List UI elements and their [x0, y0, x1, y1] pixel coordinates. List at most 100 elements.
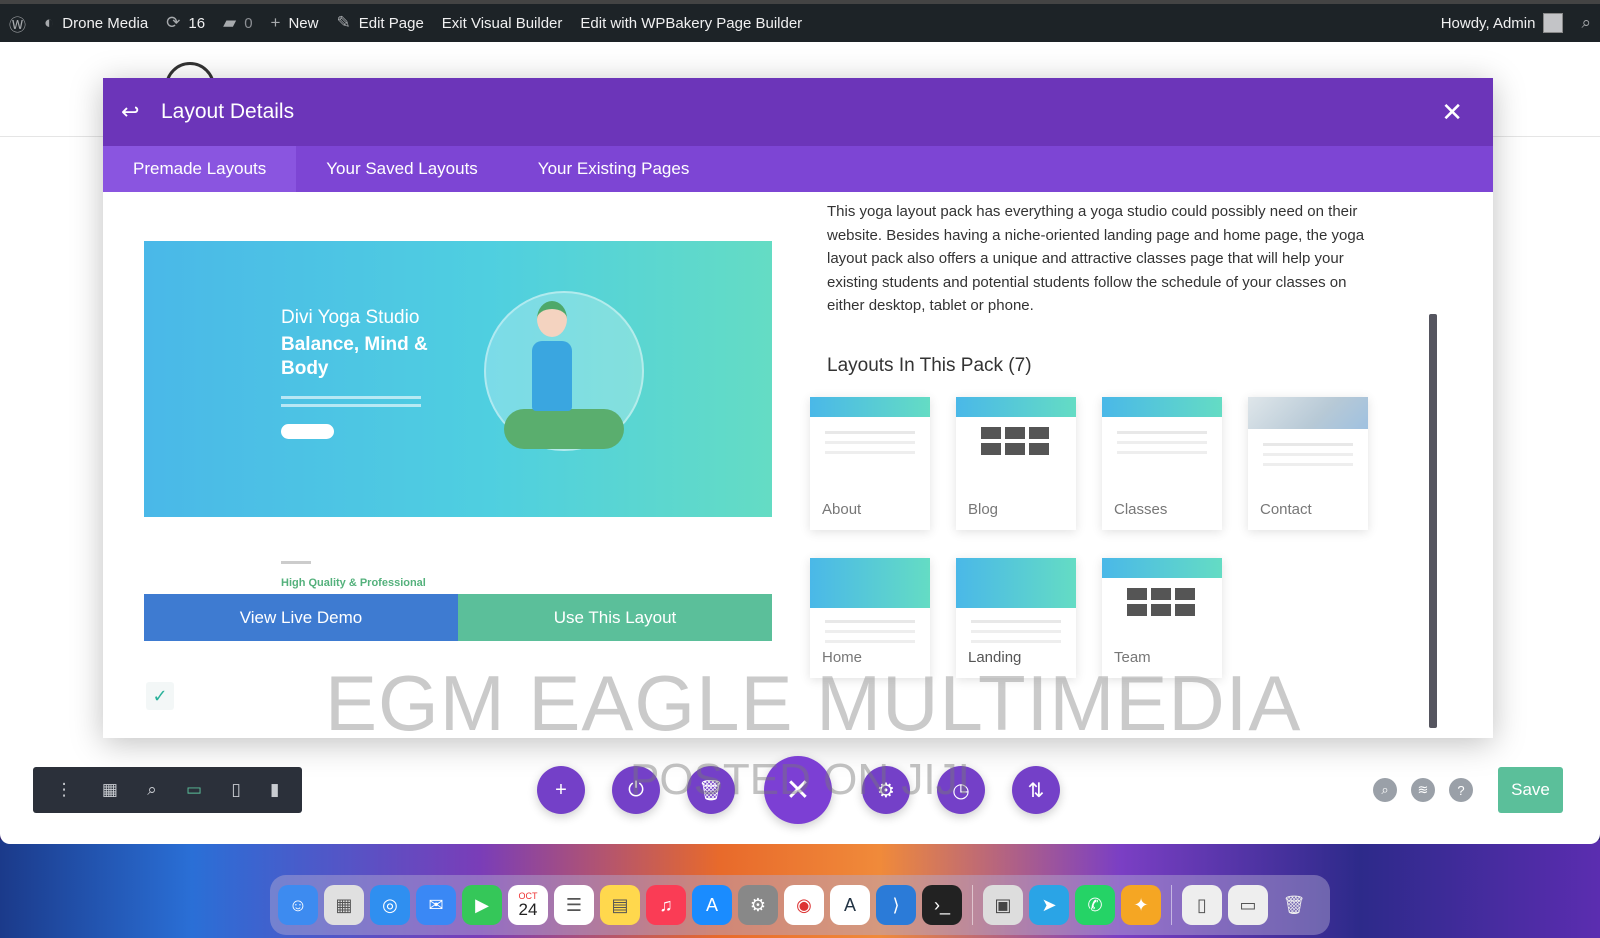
- calendar-day: 24: [518, 900, 538, 919]
- help-icon[interactable]: ?: [1449, 778, 1473, 802]
- mac-dock: ☺ ▦ ◎ ✉ ▶ OCT 24 ☰ ▤ ♫ A ⚙ ◉ A ⟩ ›_ ▣ ➤ …: [270, 875, 1330, 935]
- trash-icon[interactable]: 🗑: [1274, 885, 1314, 925]
- watermark-line1: EGM EAGLE MULTIMEDIA: [325, 659, 1302, 747]
- thumb-header: [956, 558, 1076, 608]
- preview-actions: View Live Demo Use This Layout: [144, 594, 772, 641]
- layout-details-modal: ↩ Layout Details ✕ Premade Layouts Your …: [103, 78, 1493, 738]
- wireframe-icon[interactable]: ▦: [102, 780, 118, 800]
- updates-link[interactable]: ⟳ 16: [157, 4, 214, 42]
- site-name-link[interactable]: ◐ Drone Media: [35, 4, 157, 42]
- exit-builder-label: Exit Visual Builder: [441, 14, 563, 32]
- wp-admin-bar: Ⓦ ◐ Drone Media ⟳ 16 ▰ 0 + New ✎ Edit Pa…: [0, 0, 1600, 42]
- vscode-icon[interactable]: ⟩: [876, 885, 916, 925]
- search-icon: ⌕: [1581, 13, 1591, 32]
- phone-view-icon[interactable]: ▮: [270, 780, 279, 800]
- layout-thumb-contact[interactable]: Contact: [1248, 397, 1368, 530]
- close-icon[interactable]: ✕: [1441, 97, 1463, 128]
- system-settings-icon[interactable]: ⚙: [738, 885, 778, 925]
- modal-header: ↩ Layout Details ✕: [103, 78, 1493, 146]
- plus-icon: +: [270, 13, 281, 32]
- layout-thumb-blog[interactable]: Blog: [956, 397, 1076, 530]
- layout-thumb-classes[interactable]: Classes: [1102, 397, 1222, 530]
- facetime-icon[interactable]: ▶: [462, 885, 502, 925]
- thumb-header: [810, 558, 930, 608]
- messenger-app-icon[interactable]: ✦: [1121, 885, 1161, 925]
- chrome-icon[interactable]: ◉: [784, 885, 824, 925]
- layout-preview: Divi Yoga Studio Balance, Mind & Body Hi…: [144, 241, 772, 641]
- preview-app-icon[interactable]: ▣: [983, 885, 1023, 925]
- yoga-figure-head: [537, 301, 567, 337]
- thumb-images: [1127, 588, 1195, 616]
- launchpad-icon[interactable]: ▦: [324, 885, 364, 925]
- preview-hero: Divi Yoga Studio Balance, Mind & Body: [144, 241, 772, 517]
- view-live-demo-button[interactable]: View Live Demo: [144, 594, 458, 641]
- preview-section-heading: High Quality & Professional: [281, 577, 426, 589]
- sort-arrows-icon: ⇅: [1027, 779, 1045, 802]
- layout-label: Contact: [1260, 501, 1312, 518]
- tablet-view-icon[interactable]: ▯: [231, 780, 240, 800]
- account-menu[interactable]: Howdy, Admin: [1432, 4, 1573, 42]
- app-store-icon[interactable]: A: [692, 885, 732, 925]
- portability-button[interactable]: ⇅: [1012, 766, 1060, 814]
- back-arrow-icon[interactable]: ↩: [121, 99, 151, 125]
- tab-saved-layouts[interactable]: Your Saved Layouts: [296, 146, 508, 192]
- safari-icon[interactable]: ◎: [370, 885, 410, 925]
- admin-search-button[interactable]: ⌕: [1572, 4, 1600, 42]
- thumb-lines: [1263, 443, 1353, 446]
- wpbakery-link[interactable]: Edit with WPBakery Page Builder: [571, 4, 811, 42]
- comment-icon: ▰: [223, 13, 237, 32]
- exit-visual-builder-link[interactable]: Exit Visual Builder: [433, 4, 572, 42]
- thumb-header: [1102, 558, 1222, 578]
- tab-premade-layouts[interactable]: Premade Layouts: [103, 146, 297, 192]
- site-name: Drone Media: [62, 14, 149, 32]
- check-icon[interactable]: ✓: [146, 682, 174, 710]
- finder-icon[interactable]: ☺: [278, 885, 318, 925]
- zoom-icon[interactable]: ⌕: [147, 780, 157, 800]
- thumb-lines: [971, 620, 1061, 623]
- thumb-header: [956, 397, 1076, 417]
- search-icon[interactable]: ⌕: [1373, 778, 1397, 802]
- music-icon[interactable]: ♫: [646, 885, 686, 925]
- ai-app-icon[interactable]: A: [830, 885, 870, 925]
- yoga-figure-legs: [504, 409, 624, 449]
- layout-label: Classes: [1114, 501, 1168, 518]
- howdy-label: Howdy, Admin: [1440, 14, 1536, 32]
- thumb-header: [810, 397, 930, 417]
- thumb-lines: [1117, 431, 1207, 434]
- preview-hero-subtitle: Divi Yoga Studio: [281, 307, 420, 328]
- more-options-icon[interactable]: ⋮: [56, 780, 73, 800]
- whatsapp-icon[interactable]: ✆: [1075, 885, 1115, 925]
- downloads-icon[interactable]: ▭: [1228, 885, 1268, 925]
- new-content-link[interactable]: + New: [262, 4, 328, 42]
- terminal-icon[interactable]: ›_: [922, 885, 962, 925]
- layout-thumb-about[interactable]: About: [810, 397, 930, 530]
- mail-icon[interactable]: ✉: [416, 885, 456, 925]
- layers-icon[interactable]: ≋: [1411, 778, 1435, 802]
- dock-separator: [972, 885, 973, 925]
- reminders-icon[interactable]: ☰: [554, 885, 594, 925]
- plus-icon: +: [555, 778, 567, 801]
- edit-page-label: Edit Page: [358, 14, 424, 32]
- dashboard-icon: ◐: [44, 13, 55, 32]
- desktop-view-icon[interactable]: ▭: [186, 780, 202, 800]
- dock-separator: [1171, 885, 1172, 925]
- thumb-lines: [825, 620, 915, 623]
- new-label: New: [288, 14, 319, 32]
- thumb-map: [1248, 397, 1368, 429]
- modal-tabs: Premade Layouts Your Saved Layouts Your …: [103, 146, 1493, 192]
- notes-icon[interactable]: ▤: [600, 885, 640, 925]
- thumb-images: [981, 427, 1049, 455]
- add-module-button[interactable]: +: [537, 766, 585, 814]
- calendar-icon[interactable]: OCT 24: [508, 885, 548, 925]
- edit-page-link[interactable]: ✎ Edit Page: [327, 4, 432, 42]
- tab-existing-pages[interactable]: Your Existing Pages: [508, 146, 720, 192]
- telegram-icon[interactable]: ➤: [1029, 885, 1069, 925]
- document-icon[interactable]: ▯: [1182, 885, 1222, 925]
- use-this-layout-button[interactable]: Use This Layout: [458, 594, 772, 641]
- comments-count: 0: [244, 14, 253, 32]
- save-button[interactable]: Save: [1498, 767, 1563, 813]
- preview-hero-text: [281, 396, 421, 399]
- modal-scrollbar[interactable]: [1429, 314, 1437, 728]
- wordpress-logo-button[interactable]: Ⓦ: [0, 4, 35, 42]
- comments-link[interactable]: ▰ 0: [214, 4, 261, 42]
